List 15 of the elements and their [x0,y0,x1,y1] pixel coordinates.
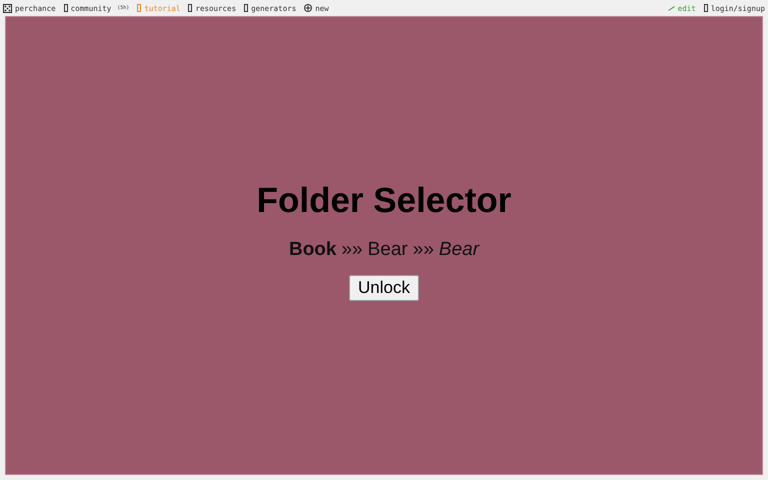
dice-icon [3,4,12,12]
path-item: Bear [438,238,480,260]
box-icon [244,4,248,12]
pencil-icon [668,6,675,10]
unlock-button[interactable]: Unlock [349,274,419,300]
path-item: Bear [368,238,408,260]
box-icon [188,4,192,12]
box-icon [137,4,142,12]
box-icon [704,4,708,12]
path-item: Book [288,238,336,260]
page-title: Folder Selector [256,180,512,220]
path-separator: »» [412,238,434,260]
box-icon [64,4,68,12]
path-separator: »» [341,238,363,260]
plus-circle-icon [304,4,312,12]
